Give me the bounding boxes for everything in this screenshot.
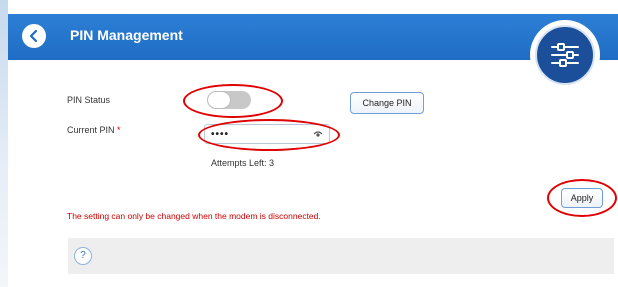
show-password-icon[interactable] (313, 129, 323, 139)
back-arrow-icon (29, 29, 38, 43)
help-icon[interactable]: ? (74, 247, 92, 265)
current-pin-label-text: Current PIN (67, 125, 115, 135)
settings-badge (530, 20, 600, 90)
current-pin-label: Current PIN * (67, 125, 121, 135)
page-title: PIN Management (70, 27, 183, 43)
sliders-settings-icon (551, 43, 579, 67)
apply-button[interactable]: Apply (561, 188, 603, 208)
pin-status-toggle[interactable] (207, 91, 251, 109)
header-bar: PIN Management (8, 14, 618, 60)
back-button[interactable] (22, 24, 46, 48)
toggle-knob (208, 92, 230, 108)
badge-circle (535, 25, 595, 85)
attempts-left-text: Attempts Left: 3 (211, 158, 275, 168)
change-pin-button[interactable]: Change PIN (350, 92, 424, 114)
warning-message: The setting can only be changed when the… (67, 211, 321, 221)
left-edge-strip (0, 0, 8, 287)
current-pin-input[interactable]: •••• (204, 124, 330, 144)
required-mark: * (117, 125, 121, 135)
pin-masked-value: •••• (211, 129, 230, 140)
pin-status-label: PIN Status (67, 95, 111, 105)
help-bar: ? (68, 238, 614, 274)
pin-management-panel: PIN Management PIN Status Change PIN Cur… (8, 0, 618, 287)
